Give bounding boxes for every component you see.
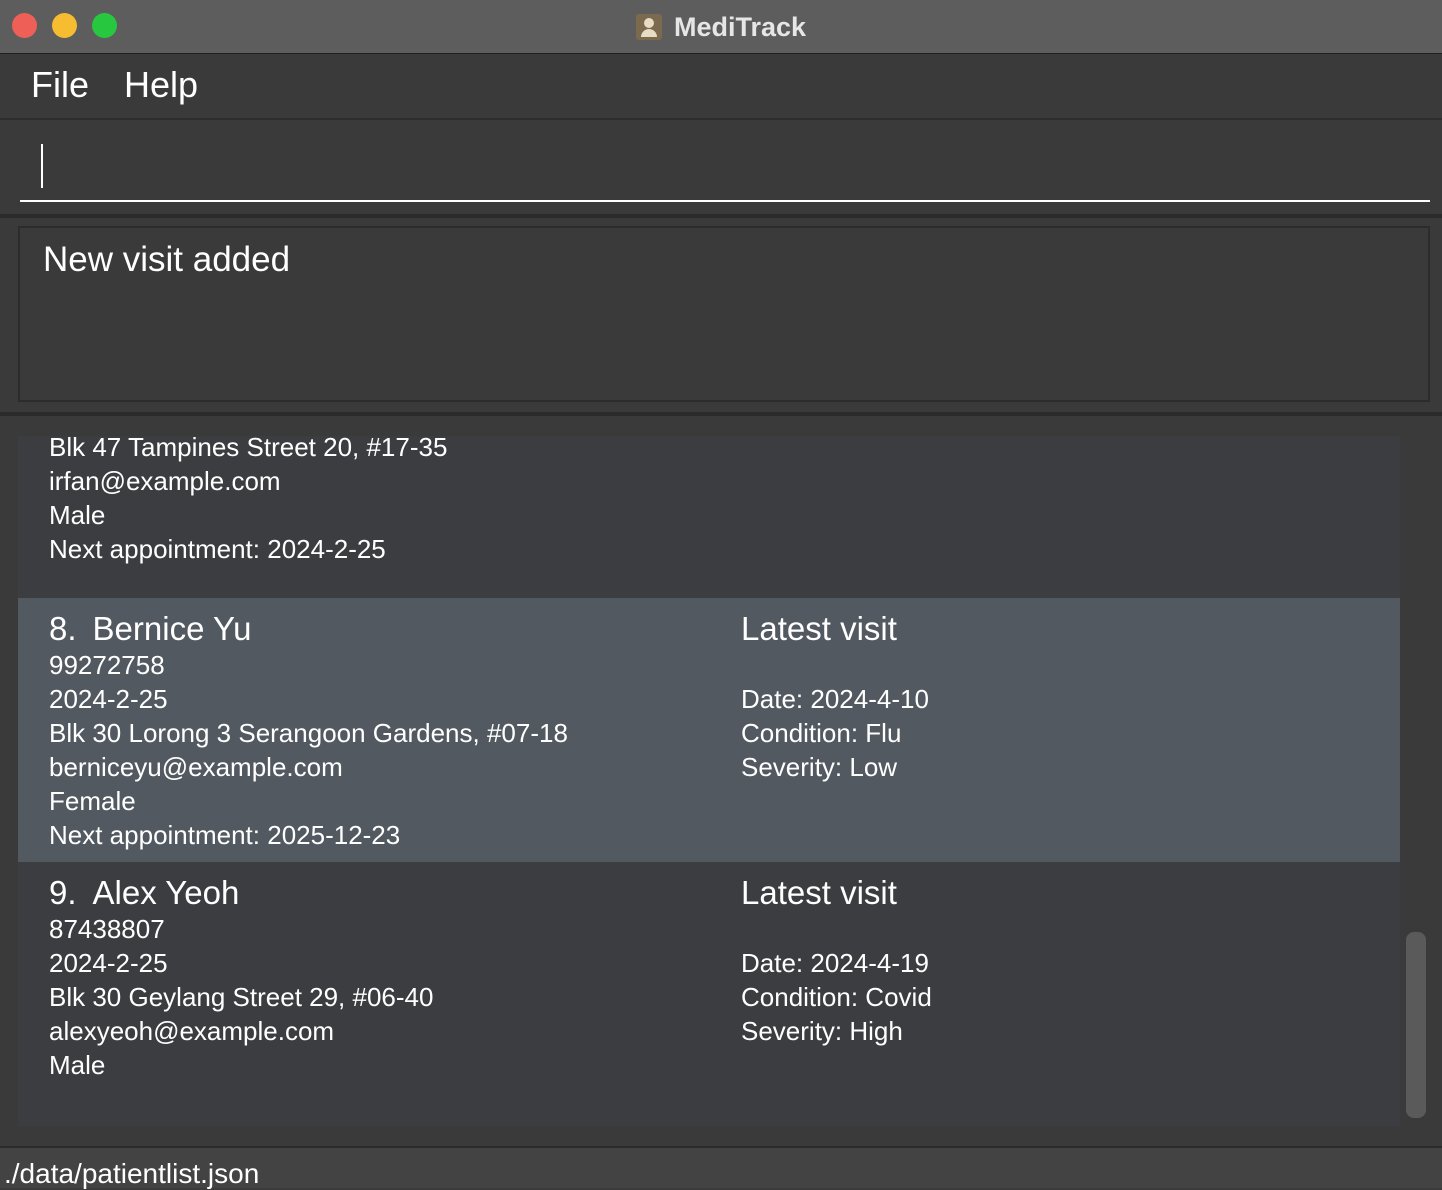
patient-email: berniceyu@example.com [49,752,343,782]
patient-phone: 99272758 [49,650,165,680]
patient-address: Blk 47 Tampines Street 20, #17-35 [49,436,448,462]
patient-name: Bernice Yu [92,610,252,647]
patient-card[interactable]: 9. Alex Yeoh 87438807 2024-2-25 Blk 30 Ge… [18,862,1400,1126]
menu-file[interactable]: File [31,64,89,106]
command-input[interactable] [20,120,1430,202]
visit-severity: Severity: High [741,1016,903,1046]
visit-date: Date: 2024-4-10 [741,684,929,714]
title-bar: MediTrack [0,0,1442,54]
data-file-path: ./data/patientlist.json [4,1158,260,1189]
patient-email: irfan@example.com [49,466,281,496]
patient-gender: Female [49,786,136,816]
app-contact-icon [635,14,662,40]
patient-card-selected[interactable]: 8. Bernice Yu 99272758 2024-2-25 Blk 30 L… [18,598,1400,862]
result-display: New visit added [18,226,1430,402]
status-bar: ./data/patientlist.json [0,1146,1442,1189]
result-display-area: New visit added [0,218,1442,412]
patient-card[interactable]: 2024-2-25 Blk 47 Tampines Street 20, #17… [18,436,1400,598]
visit-severity: Severity: Low [741,752,898,782]
menu-bar: File Help [0,54,1442,120]
patient-index: 9. [49,874,77,911]
patient-gender: Male [49,500,106,530]
latest-visit-heading: Latest visit [741,874,897,911]
list-scrollbar-thumb[interactable] [1406,932,1426,1118]
window-title: MediTrack [673,11,807,42]
patient-list-panel: 2024-2-25 Blk 47 Tampines Street 20, #17… [0,416,1442,1146]
patient-next-appointment: Next appointment: 2025-12-23 [49,820,401,850]
visit-condition: Condition: Flu [741,718,902,748]
patient-gender: Male [49,1050,106,1080]
patient-name-line: 8. Bernice Yu [49,610,252,648]
text-caret [41,144,43,188]
window-title-group: MediTrack [0,0,1442,54]
patient-next-appointment: Next appointment: 2024-2-25 [49,534,386,564]
visit-date: Date: 2024-4-19 [741,948,929,978]
patient-date: 2024-2-25 [49,948,168,978]
command-box [0,120,1442,214]
patient-email: alexyeoh@example.com [49,1016,335,1046]
patient-name: Alex Yeoh [92,874,240,911]
patient-address: Blk 30 Geylang Street 29, #06-40 [49,982,434,1012]
patient-list[interactable]: 2024-2-25 Blk 47 Tampines Street 20, #17… [18,436,1400,1126]
latest-visit-heading: Latest visit [741,610,897,647]
menu-help[interactable]: Help [124,64,198,106]
result-message: New visit added [43,240,291,279]
patient-name-line: 9. Alex Yeoh [49,874,239,912]
patient-date: 2024-2-25 [49,684,168,714]
visit-condition: Condition: Covid [741,982,932,1012]
patient-address: Blk 30 Lorong 3 Serangoon Gardens, #07-1… [49,718,568,748]
patient-phone: 87438807 [49,914,165,944]
patient-index: 8. [49,610,77,647]
